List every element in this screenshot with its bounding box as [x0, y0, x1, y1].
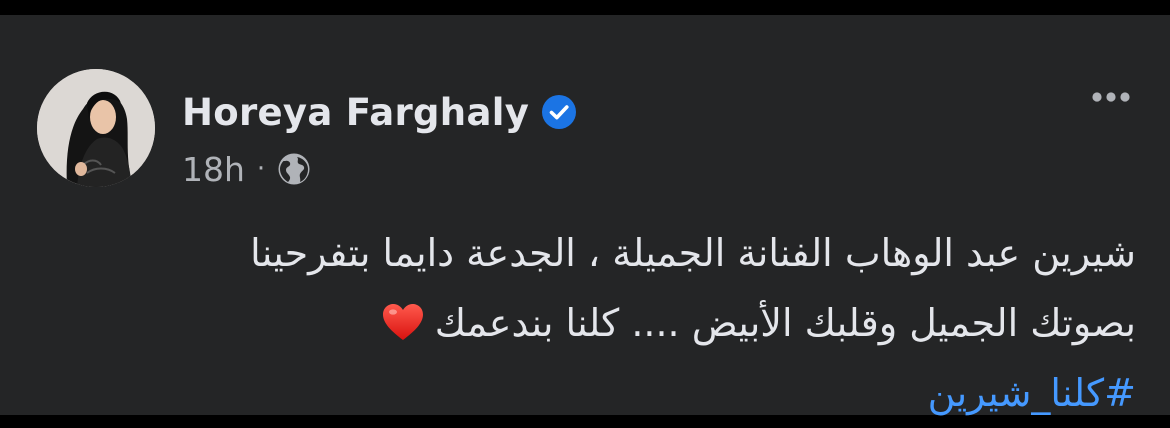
- facebook-post-card: Horeya Farghaly 18h · شيرين عبد الوهاب ا…: [0, 15, 1170, 415]
- author-avatar[interactable]: [37, 69, 155, 187]
- globe-icon[interactable]: [277, 152, 311, 186]
- post-author[interactable]: Horeya Farghaly: [182, 87, 577, 137]
- post-body: شيرين عبد الوهاب الفنانة الجميلة ، الجدع…: [26, 218, 1136, 428]
- post-timestamp[interactable]: 18h: [182, 150, 245, 189]
- post-text-line-2: بصوتك الجميل وقلبك الأبيض .... كلنا بندع…: [26, 288, 1136, 358]
- post-meta: 18h ·: [182, 147, 311, 191]
- post-text-line-1: شيرين عبد الوهاب الفنانة الجميلة ، الجدع…: [26, 218, 1136, 288]
- verified-badge-icon: [541, 94, 577, 130]
- post-hashtag-line: #كلنا_شيرين: [26, 358, 1136, 428]
- hashtag-link[interactable]: #كلنا_شيرين: [928, 371, 1136, 415]
- more-options-button[interactable]: [1086, 79, 1136, 115]
- post-text-line-2-content: بصوتك الجميل وقلبك الأبيض .... كلنا بندع…: [434, 301, 1136, 345]
- author-name[interactable]: Horeya Farghaly: [182, 91, 529, 134]
- more-options-icon: [1092, 92, 1130, 102]
- post-text-line-1-content: شيرين عبد الوهاب الفنانة الجميلة ، الجدع…: [250, 231, 1136, 275]
- heart-icon: [381, 294, 425, 340]
- avatar-photo: [37, 69, 155, 187]
- meta-separator: ·: [256, 154, 266, 184]
